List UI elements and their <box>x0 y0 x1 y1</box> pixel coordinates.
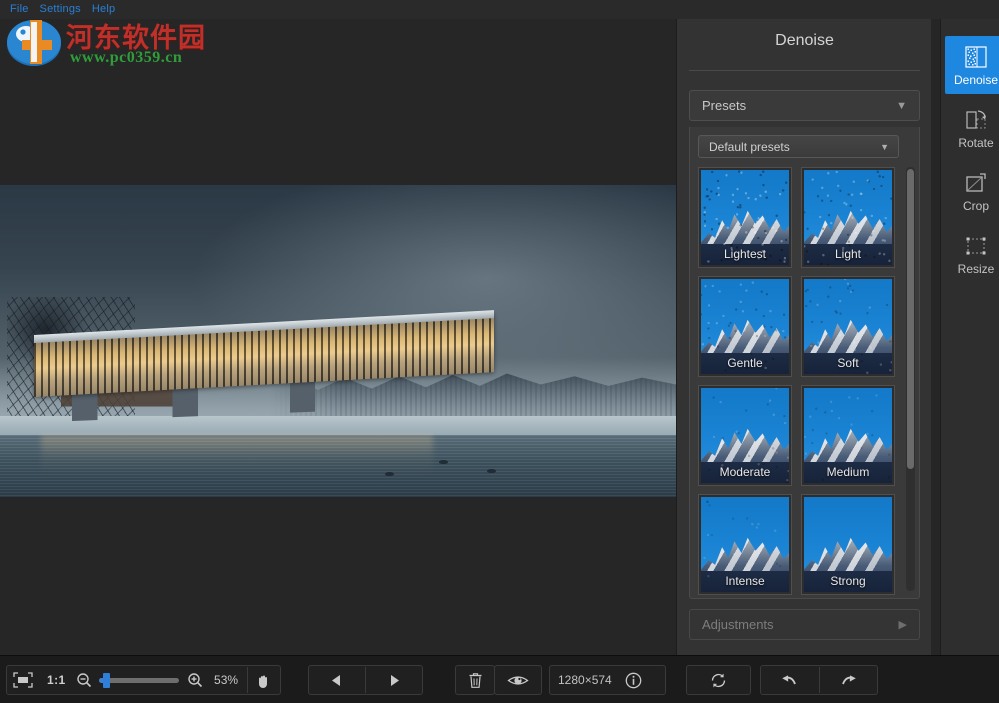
tool-rotate[interactable]: Rotate <box>945 99 999 157</box>
previous-image-icon <box>332 674 340 686</box>
zoom-out-icon <box>77 673 91 688</box>
next-image-icon <box>391 674 399 686</box>
eye-preview-icon <box>507 675 529 685</box>
preset-thumbnail[interactable]: Gentle <box>698 276 792 377</box>
app-window: File Settings Help 河东软件园 www.pc0359.cn D… <box>0 0 999 703</box>
undo-redo-group <box>760 665 878 695</box>
rotate-icon <box>966 109 986 129</box>
preset-thumbnail[interactable]: Medium <box>801 385 895 486</box>
preset-scrollbar-thumb[interactable] <box>907 169 914 469</box>
fit-to-screen-button[interactable] <box>7 666 39 694</box>
presets-section-header[interactable]: Presets ▼ <box>689 90 920 121</box>
image-canvas-area[interactable] <box>0 19 676 655</box>
image-dimensions-label: 1280×574 <box>558 673 612 687</box>
preset-category-select[interactable]: Default presets ▼ <box>698 135 899 158</box>
delete-group <box>455 665 495 695</box>
menu-bar: File Settings Help <box>0 0 999 19</box>
preset-thumbnail[interactable]: Moderate <box>698 385 792 486</box>
image-dimensions-group: 1280×574 <box>549 665 666 695</box>
tool-crop[interactable]: Crop <box>945 162 999 220</box>
image-info-button[interactable] <box>620 666 648 694</box>
reset-group <box>686 665 751 695</box>
tool-rail: Denoise Rotate Crop Resize <box>940 19 999 655</box>
actual-size-button[interactable]: 1:1 <box>39 666 74 694</box>
preset-scrollbar[interactable] <box>906 167 915 591</box>
reset-icon <box>711 673 726 687</box>
preset-thumbnail-label: Intense <box>725 574 765 588</box>
denoise-icon <box>965 45 987 68</box>
image-nav-group <box>308 665 423 695</box>
delete-button[interactable] <box>456 666 494 694</box>
zoom-in-icon <box>187 673 202 688</box>
info-icon <box>625 672 642 688</box>
zoom-slider[interactable] <box>99 672 180 688</box>
preset-thumbnail[interactable]: Strong <box>801 494 895 595</box>
zoom-percent-label: 53% <box>214 673 239 687</box>
crop-icon <box>966 172 986 192</box>
preview-image[interactable] <box>0 185 676 497</box>
presets-section-label: Presets <box>702 98 747 113</box>
denoise-panel: Denoise Presets ▼ Default presets ▼ Ligh… <box>676 19 931 655</box>
preset-thumbnail[interactable]: Soft <box>801 276 895 377</box>
zoom-in-button[interactable] <box>184 666 205 694</box>
preset-thumbnail-label: Lightest <box>723 247 767 261</box>
tool-rotate-label: Rotate <box>958 135 994 150</box>
tool-resize[interactable]: Resize <box>945 225 999 283</box>
menu-help[interactable]: Help <box>88 2 122 17</box>
fit-to-screen-icon <box>13 672 33 688</box>
menu-file[interactable]: File <box>6 2 36 17</box>
trash-icon <box>469 672 481 688</box>
preset-category-value: Default presets <box>709 139 790 154</box>
chevron-down-icon: ▼ <box>896 99 907 112</box>
photo-bird <box>385 472 395 477</box>
photo-bird <box>486 468 496 473</box>
undo-button[interactable] <box>761 666 819 694</box>
previous-image-button[interactable] <box>309 666 365 694</box>
zoom-slider-thumb[interactable] <box>103 672 111 688</box>
hand-tool-button[interactable] <box>248 666 280 694</box>
photo-reflection-layer <box>40 434 433 479</box>
panel-divider <box>689 70 920 71</box>
resize-icon <box>966 237 986 254</box>
tool-crop-label: Crop <box>962 198 989 213</box>
presets-section-body: Default presets ▼ Lightest Light Gentle Sof… <box>689 127 920 599</box>
redo-button[interactable] <box>819 666 877 694</box>
preset-thumbnail-label: Light <box>834 247 862 261</box>
preset-thumbnail[interactable]: Intense <box>698 494 792 595</box>
tool-denoise[interactable]: Denoise <box>945 36 999 94</box>
reset-button[interactable] <box>687 666 750 694</box>
preset-thumbnail-label: Soft <box>837 356 859 370</box>
tool-resize-label: Resize <box>957 261 995 276</box>
menu-settings[interactable]: Settings <box>36 2 88 17</box>
preset-thumbnail[interactable]: Light <box>801 167 895 268</box>
chevron-down-icon: ▼ <box>880 141 889 152</box>
preview-toggle-button[interactable] <box>495 666 541 694</box>
photo-bird <box>439 459 449 464</box>
tool-denoise-label: Denoise <box>953 72 999 87</box>
preset-thumbnail-label: Strong <box>830 574 866 588</box>
preview-group <box>494 665 542 695</box>
preset-thumbnail-label: Moderate <box>719 465 771 479</box>
redo-icon <box>841 674 856 684</box>
next-image-button[interactable] <box>366 666 422 694</box>
preset-thumbnail-label: Gentle <box>727 356 763 370</box>
panel-title: Denoise <box>775 32 834 49</box>
hand-tool-icon <box>259 675 268 688</box>
bottom-toolbar: 1:1 53% 1280×574 <box>0 655 999 703</box>
zoom-controls-group: 1:1 53% <box>6 665 281 695</box>
adjustments-section-header[interactable]: Adjustments ▶ <box>689 609 920 640</box>
chevron-right-icon: ▶ <box>898 619 907 631</box>
adjustments-section-label: Adjustments <box>702 617 774 632</box>
preset-thumbnail-label: Medium <box>826 465 870 479</box>
undo-icon <box>782 674 797 684</box>
zoom-out-button[interactable] <box>74 666 95 694</box>
preset-thumbnail-grid: Lightest Light Gentle Soft Moderate Medium Int… <box>698 167 899 595</box>
preset-thumbnail[interactable]: Lightest <box>698 167 792 268</box>
